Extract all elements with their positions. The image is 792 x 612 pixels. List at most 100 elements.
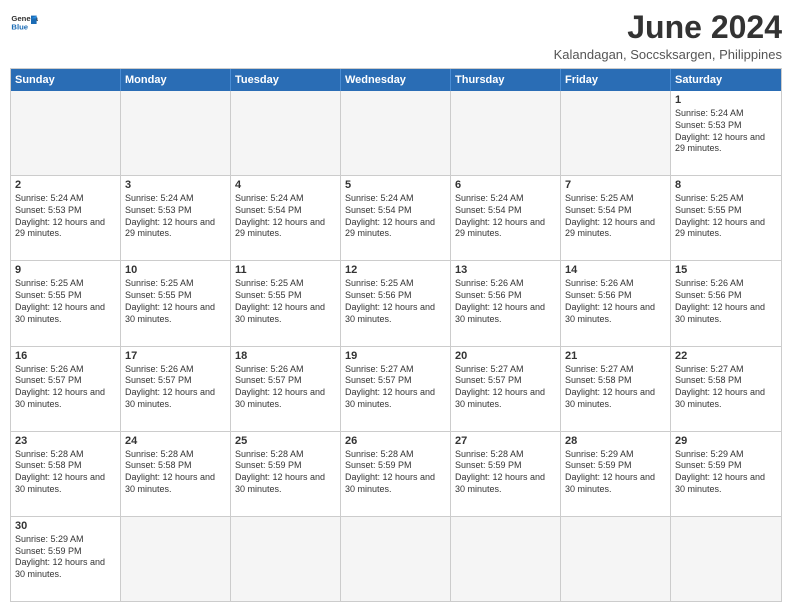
day-info: Sunrise: 5:28 AM Sunset: 5:59 PM Dayligh…	[345, 449, 446, 496]
calendar-day-10: 10Sunrise: 5:25 AM Sunset: 5:55 PM Dayli…	[121, 261, 231, 345]
calendar-day-14: 14 Sunrise: 5:26 AM Sunset: 5:56 PM Dayli…	[561, 261, 671, 345]
calendar: SundayMondayTuesdayWednesdayThursdayFrid…	[10, 68, 782, 602]
calendar-empty-cell	[561, 91, 671, 175]
page: General Blue June 2024 Kalandagan, Soccs…	[0, 0, 792, 612]
day-number: 4	[235, 179, 336, 191]
calendar-day-15: 15Sunrise: 5:26 AM Sunset: 5:56 PM Dayli…	[671, 261, 781, 345]
logo: General Blue	[10, 10, 38, 38]
day-number: 2	[15, 179, 116, 191]
day-number: 29	[675, 435, 777, 447]
day-info: Sunrise: 5:24 AM Sunset: 5:54 PM Dayligh…	[235, 193, 336, 240]
day-info: Sunrise: 5:25 AM Sunset: 5:55 PM Dayligh…	[15, 278, 116, 325]
day-number: 7	[565, 179, 666, 191]
day-number: 19	[345, 350, 446, 362]
calendar-day-27: 27 Sunrise: 5:28 AM Sunset: 5:59 PM Dayli…	[451, 432, 561, 516]
calendar-day-30: 30Sunrise: 5:29 AM Sunset: 5:59 PM Dayli…	[11, 517, 121, 601]
calendar-empty-cell	[231, 517, 341, 601]
day-info: Sunrise: 5:27 AM Sunset: 5:58 PM Dayligh…	[565, 364, 666, 411]
calendar-day-2: 2 Sunrise: 5:24 AM Sunset: 5:53 PM Daylig…	[11, 176, 121, 260]
day-number: 11	[235, 264, 336, 276]
calendar-week-6: 30Sunrise: 5:29 AM Sunset: 5:59 PM Dayli…	[11, 517, 781, 601]
subtitle: Kalandagan, Soccsksargen, Philippines	[554, 47, 782, 62]
main-title: June 2024	[554, 10, 782, 45]
calendar-day-9: 9 Sunrise: 5:25 AM Sunset: 5:55 PM Daylig…	[11, 261, 121, 345]
day-number: 20	[455, 350, 556, 362]
day-number: 24	[125, 435, 226, 447]
header-day-sunday: Sunday	[11, 69, 121, 91]
calendar-body: 1 Sunrise: 5:24 AM Sunset: 5:53 PM Daylig…	[11, 91, 781, 601]
calendar-day-1: 1 Sunrise: 5:24 AM Sunset: 5:53 PM Daylig…	[671, 91, 781, 175]
calendar-day-29: 29 Sunrise: 5:29 AM Sunset: 5:59 PM Dayli…	[671, 432, 781, 516]
calendar-day-22: 22 Sunrise: 5:27 AM Sunset: 5:58 PM Dayli…	[671, 347, 781, 431]
generalblue-logo-icon: General Blue	[10, 10, 38, 38]
calendar-day-24: 24Sunrise: 5:28 AM Sunset: 5:58 PM Dayli…	[121, 432, 231, 516]
day-info: Sunrise: 5:25 AM Sunset: 5:56 PM Dayligh…	[345, 278, 446, 325]
calendar-day-28: 28Sunrise: 5:29 AM Sunset: 5:59 PM Dayli…	[561, 432, 671, 516]
day-number: 1	[675, 94, 777, 106]
day-number: 17	[125, 350, 226, 362]
title-block: June 2024 Kalandagan, Soccsksargen, Phil…	[554, 10, 782, 62]
calendar-day-18: 18 Sunrise: 5:26 AM Sunset: 5:57 PM Dayli…	[231, 347, 341, 431]
day-info: Sunrise: 5:28 AM Sunset: 5:58 PM Dayligh…	[15, 449, 116, 496]
calendar-day-7: 7 Sunrise: 5:25 AM Sunset: 5:54 PM Daylig…	[561, 176, 671, 260]
day-info: Sunrise: 5:26 AM Sunset: 5:56 PM Dayligh…	[455, 278, 556, 325]
header-day-monday: Monday	[121, 69, 231, 91]
day-info: Sunrise: 5:28 AM Sunset: 5:59 PM Dayligh…	[455, 449, 556, 496]
header: General Blue June 2024 Kalandagan, Soccs…	[10, 10, 782, 62]
day-info: Sunrise: 5:26 AM Sunset: 5:57 PM Dayligh…	[235, 364, 336, 411]
day-info: Sunrise: 5:29 AM Sunset: 5:59 PM Dayligh…	[675, 449, 777, 496]
calendar-header: SundayMondayTuesdayWednesdayThursdayFrid…	[11, 69, 781, 91]
day-info: Sunrise: 5:27 AM Sunset: 5:57 PM Dayligh…	[455, 364, 556, 411]
calendar-day-19: 19 Sunrise: 5:27 AM Sunset: 5:57 PM Dayli…	[341, 347, 451, 431]
calendar-day-11: 11 Sunrise: 5:25 AM Sunset: 5:55 PM Dayli…	[231, 261, 341, 345]
header-day-wednesday: Wednesday	[341, 69, 451, 91]
calendar-empty-cell	[671, 517, 781, 601]
calendar-day-4: 4 Sunrise: 5:24 AM Sunset: 5:54 PM Daylig…	[231, 176, 341, 260]
day-info: Sunrise: 5:25 AM Sunset: 5:55 PM Dayligh…	[235, 278, 336, 325]
calendar-day-21: 21 Sunrise: 5:27 AM Sunset: 5:58 PM Dayli…	[561, 347, 671, 431]
calendar-day-13: 13 Sunrise: 5:26 AM Sunset: 5:56 PM Dayli…	[451, 261, 561, 345]
day-info: Sunrise: 5:25 AM Sunset: 5:55 PM Dayligh…	[125, 278, 226, 325]
day-info: Sunrise: 5:29 AM Sunset: 5:59 PM Dayligh…	[565, 449, 666, 496]
calendar-week-1: 1 Sunrise: 5:24 AM Sunset: 5:53 PM Daylig…	[11, 91, 781, 176]
header-day-thursday: Thursday	[451, 69, 561, 91]
calendar-week-5: 23 Sunrise: 5:28 AM Sunset: 5:58 PM Dayli…	[11, 432, 781, 517]
day-number: 6	[455, 179, 556, 191]
day-number: 9	[15, 264, 116, 276]
day-number: 26	[345, 435, 446, 447]
day-number: 23	[15, 435, 116, 447]
header-day-friday: Friday	[561, 69, 671, 91]
day-number: 12	[345, 264, 446, 276]
day-info: Sunrise: 5:24 AM Sunset: 5:54 PM Dayligh…	[345, 193, 446, 240]
day-info: Sunrise: 5:27 AM Sunset: 5:57 PM Dayligh…	[345, 364, 446, 411]
calendar-week-2: 2 Sunrise: 5:24 AM Sunset: 5:53 PM Daylig…	[11, 176, 781, 261]
calendar-day-20: 20 Sunrise: 5:27 AM Sunset: 5:57 PM Dayli…	[451, 347, 561, 431]
header-day-tuesday: Tuesday	[231, 69, 341, 91]
calendar-week-4: 16Sunrise: 5:26 AM Sunset: 5:57 PM Dayli…	[11, 347, 781, 432]
header-day-saturday: Saturday	[671, 69, 781, 91]
calendar-day-12: 12 Sunrise: 5:25 AM Sunset: 5:56 PM Dayli…	[341, 261, 451, 345]
calendar-empty-cell	[231, 91, 341, 175]
day-number: 27	[455, 435, 556, 447]
day-number: 25	[235, 435, 336, 447]
calendar-empty-cell	[121, 517, 231, 601]
day-number: 21	[565, 350, 666, 362]
day-info: Sunrise: 5:24 AM Sunset: 5:53 PM Dayligh…	[675, 108, 777, 155]
day-number: 14	[565, 264, 666, 276]
day-number: 18	[235, 350, 336, 362]
day-info: Sunrise: 5:27 AM Sunset: 5:58 PM Dayligh…	[675, 364, 777, 411]
calendar-day-3: 3Sunrise: 5:24 AM Sunset: 5:53 PM Daylig…	[121, 176, 231, 260]
calendar-empty-cell	[341, 517, 451, 601]
day-info: Sunrise: 5:28 AM Sunset: 5:59 PM Dayligh…	[235, 449, 336, 496]
day-info: Sunrise: 5:25 AM Sunset: 5:54 PM Dayligh…	[565, 193, 666, 240]
calendar-empty-cell	[451, 517, 561, 601]
day-number: 22	[675, 350, 777, 362]
calendar-empty-cell	[11, 91, 121, 175]
day-info: Sunrise: 5:26 AM Sunset: 5:56 PM Dayligh…	[565, 278, 666, 325]
calendar-empty-cell	[121, 91, 231, 175]
day-number: 13	[455, 264, 556, 276]
calendar-day-16: 16Sunrise: 5:26 AM Sunset: 5:57 PM Dayli…	[11, 347, 121, 431]
day-info: Sunrise: 5:26 AM Sunset: 5:57 PM Dayligh…	[125, 364, 226, 411]
calendar-day-8: 8Sunrise: 5:25 AM Sunset: 5:55 PM Daylig…	[671, 176, 781, 260]
day-info: Sunrise: 5:24 AM Sunset: 5:53 PM Dayligh…	[15, 193, 116, 240]
